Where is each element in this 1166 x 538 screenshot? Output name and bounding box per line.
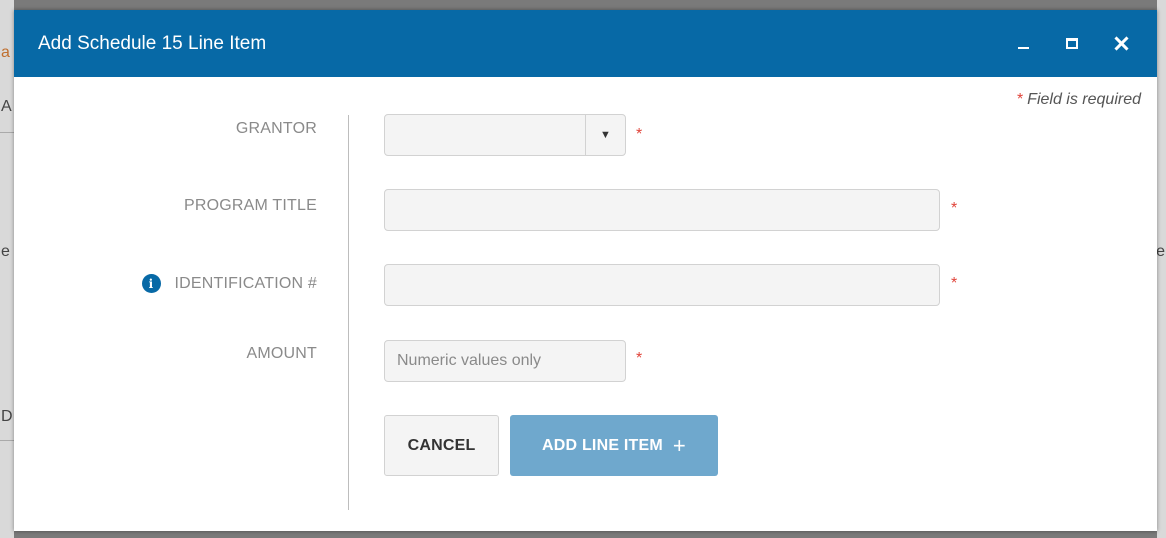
grantor-select[interactable]: ▼ xyxy=(384,114,626,156)
required-star: * xyxy=(1016,91,1024,108)
cancel-button-label: CANCEL xyxy=(407,436,476,454)
dialog-titlebar: Add Schedule 15 Line Item xyxy=(14,10,1157,77)
chevron-down-icon[interactable]: ▼ xyxy=(585,115,625,155)
add-line-item-dialog: Add Schedule 15 Line Item * Field is requ… xyxy=(14,10,1157,531)
maximize-button[interactable] xyxy=(1054,26,1090,62)
minimize-button[interactable] xyxy=(1005,26,1041,62)
close-button[interactable] xyxy=(1103,26,1139,62)
dialog-title: Add Schedule 15 Line Item xyxy=(38,32,267,54)
grantor-label-text: GRANTOR xyxy=(235,120,317,137)
background-app-left xyxy=(0,0,14,538)
required-field-note: * Field is required xyxy=(1017,91,1141,109)
background-text-fragment: A xyxy=(1,98,12,115)
amount-label: AMOUNT xyxy=(246,345,317,363)
cancel-button[interactable]: CANCEL xyxy=(384,415,499,476)
grantor-label: GRANTOR xyxy=(236,120,317,138)
add-line-item-button[interactable]: ADD LINE ITEM + xyxy=(510,415,718,476)
program-title-input[interactable] xyxy=(384,189,940,231)
background-divider xyxy=(0,132,14,133)
info-icon[interactable]: i xyxy=(141,274,161,293)
plus-icon: + xyxy=(672,432,686,458)
amount-required-star: * xyxy=(636,350,643,367)
background-divider xyxy=(0,440,14,441)
background-app-right xyxy=(1157,0,1166,538)
amount-input[interactable] xyxy=(384,340,626,382)
program-title-label-text: PROGRAM TITLE xyxy=(184,197,317,214)
identification-label: i IDENTIFICATION # xyxy=(141,274,317,293)
window-controls xyxy=(992,10,1139,77)
identification-required-star: * xyxy=(951,275,958,292)
amount-label-text: AMOUNT xyxy=(246,345,317,362)
add-line-item-label: ADD LINE ITEM xyxy=(542,436,663,454)
identification-input[interactable] xyxy=(384,264,940,306)
grantor-required-star: * xyxy=(636,126,643,143)
form-divider xyxy=(348,115,349,510)
program-title-label: PROGRAM TITLE xyxy=(184,197,317,215)
required-note-text: Field is required xyxy=(1027,91,1141,108)
minimize-icon xyxy=(1017,46,1029,49)
background-text-fragment: e xyxy=(1156,243,1165,260)
program-title-required-star: * xyxy=(951,200,958,217)
maximize-icon xyxy=(1066,38,1078,49)
background-text-fragment: e xyxy=(1,243,10,260)
identification-label-text: IDENTIFICATION # xyxy=(174,274,317,292)
close-icon xyxy=(1115,37,1128,50)
background-text-fragment: D xyxy=(1,408,13,425)
background-text-fragment: a xyxy=(1,44,10,61)
